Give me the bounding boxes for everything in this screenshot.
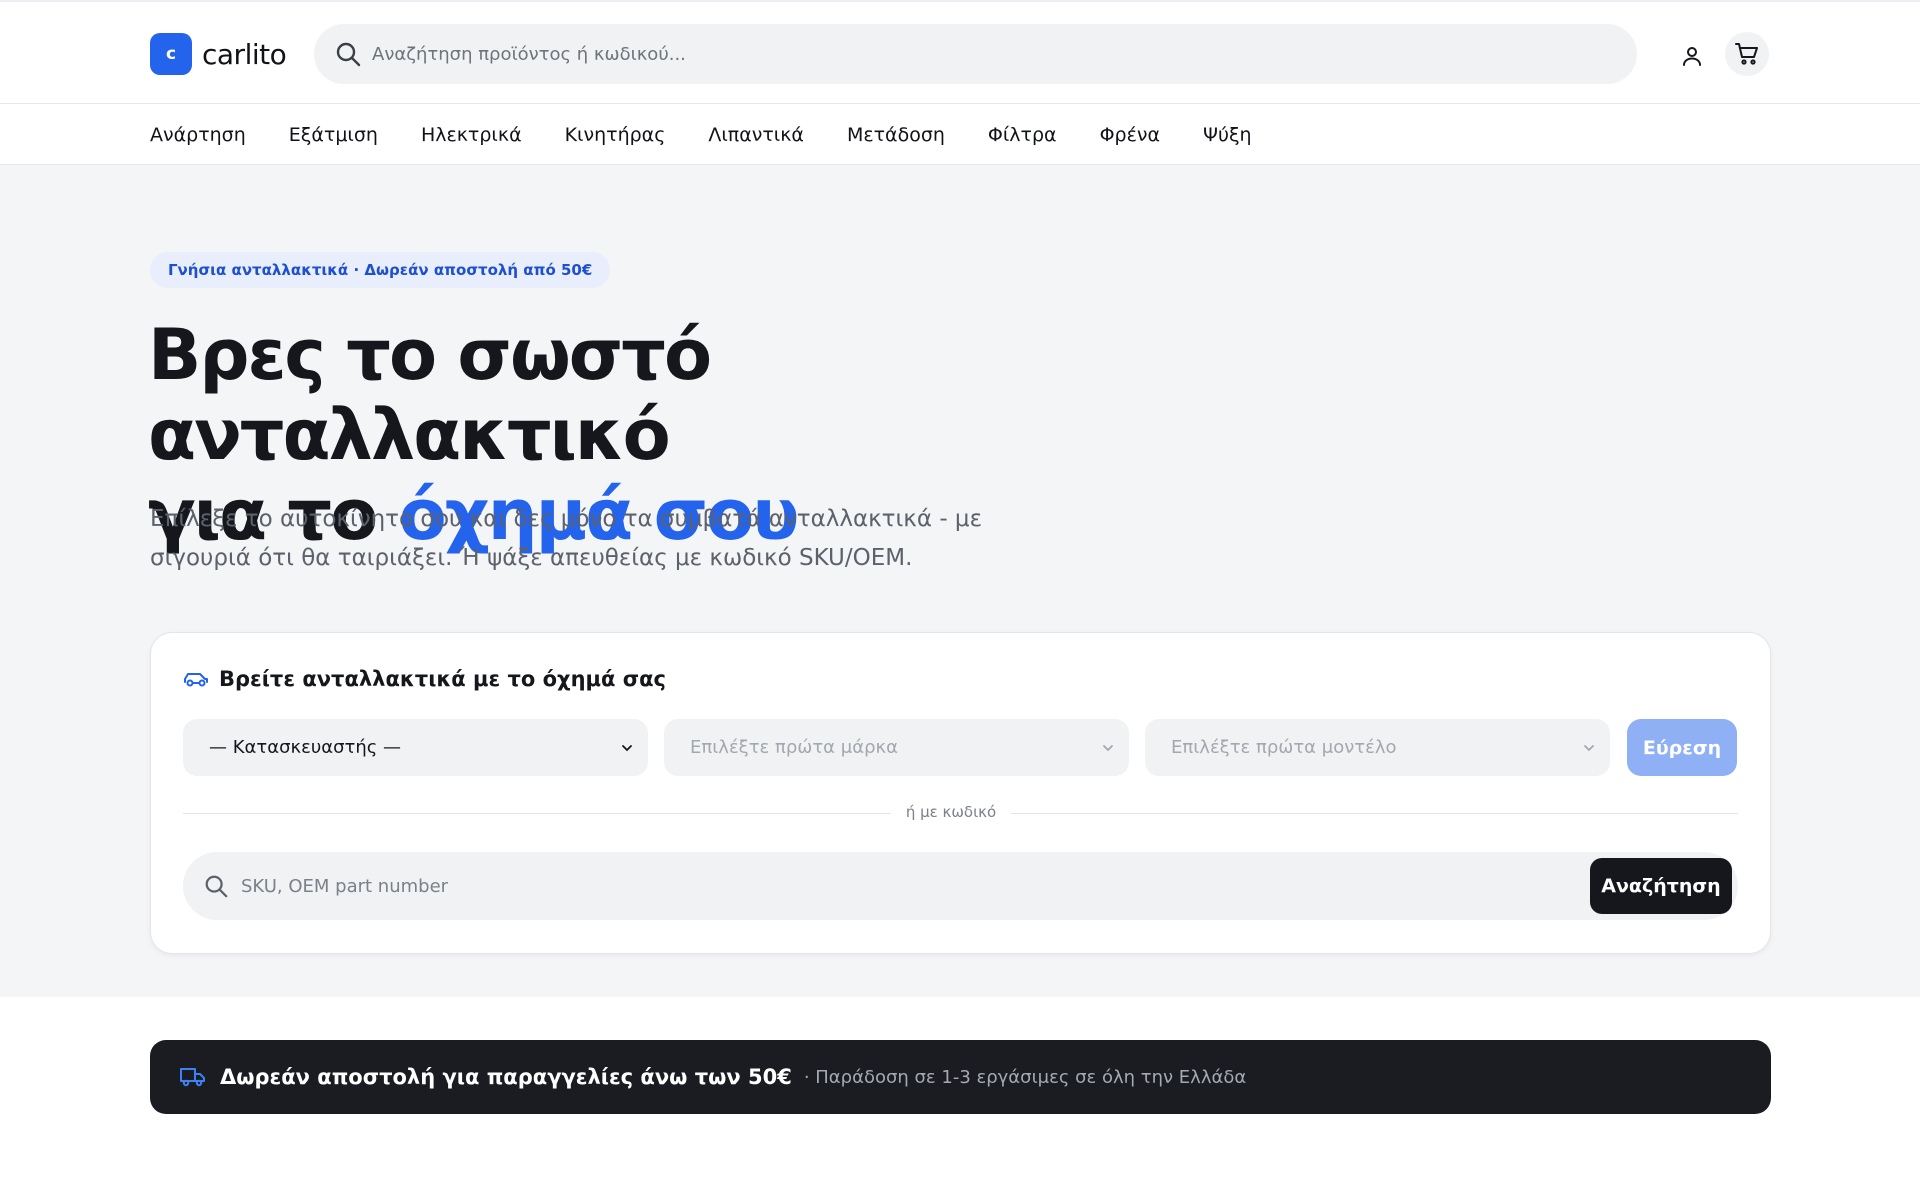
find-button[interactable]: Εύρεση bbox=[1627, 719, 1737, 776]
category-link-brakes[interactable]: Φρένα bbox=[1100, 124, 1160, 146]
logo[interactable]: c carlito bbox=[150, 33, 287, 75]
account-button[interactable] bbox=[1672, 36, 1712, 76]
search-icon bbox=[336, 42, 361, 67]
shipping-headline: Δωρεάν αποστολή για παραγγελίες άνω των … bbox=[220, 1065, 792, 1089]
cart-button[interactable] bbox=[1725, 32, 1769, 76]
category-link-electrical[interactable]: Ηλεκτρικά bbox=[421, 124, 522, 146]
model-select[interactable]: Επιλέξτε πρώτα μάρκα bbox=[664, 719, 1129, 776]
hero-section: Γνήσια ανταλλακτικά · Δωρεάν αποστολή απ… bbox=[0, 165, 1920, 997]
model-select-value: Επιλέξτε πρώτα μάρκα bbox=[690, 737, 898, 758]
search-icon bbox=[205, 875, 228, 898]
hero-subtext: Επίλεξε το αυτοκίνητο σου και δες μόνο τ… bbox=[150, 506, 982, 571]
finder-title: Βρείτε ανταλλακτικά με το όχημά σας bbox=[183, 667, 666, 691]
manufacturer-select-value: — Κατασκευαστής — bbox=[209, 737, 402, 758]
sku-search-button[interactable]: Αναζήτηση bbox=[1590, 858, 1732, 914]
hero-badge: Γνήσια ανταλλακτικά · Δωρεάν αποστολή απ… bbox=[150, 252, 611, 288]
category-link-engine[interactable]: Κινητήρας bbox=[565, 124, 666, 146]
header-search bbox=[314, 24, 1637, 84]
logo-mark: c bbox=[150, 33, 192, 75]
finder-title-text: Βρείτε ανταλλακτικά με το όχημά σας bbox=[219, 667, 666, 691]
engine-select[interactable]: Επιλέξτε πρώτα μοντέλο bbox=[1145, 719, 1610, 776]
user-icon bbox=[1683, 47, 1701, 66]
category-link-transmission[interactable]: Μετάδοση bbox=[847, 124, 945, 146]
chevron-down-icon bbox=[1584, 745, 1594, 752]
vehicle-finder-card: Βρείτε ανταλλακτικά με το όχημά σας — Κα… bbox=[150, 632, 1771, 954]
category-link-exhaust[interactable]: Εξάτμιση bbox=[289, 124, 378, 146]
site-header: c carlito bbox=[0, 0, 1920, 104]
headline-line-1: Βρες το σωστό ανταλλακτικό bbox=[148, 314, 712, 476]
engine-select-value: Επιλέξτε πρώτα μοντέλο bbox=[1171, 737, 1397, 758]
shipping-banner: Δωρεάν αποστολή για παραγγελίες άνω των … bbox=[150, 1040, 1771, 1114]
category-link-lubricants[interactable]: Λιπαντικά bbox=[708, 124, 804, 146]
cart-icon bbox=[1735, 43, 1758, 65]
manufacturer-select[interactable]: — Κατασκευαστής — bbox=[183, 719, 648, 776]
category-link-suspension[interactable]: Ανάρτηση bbox=[150, 124, 246, 146]
sku-search-bar: Αναζήτηση bbox=[183, 852, 1738, 920]
sku-search-input[interactable] bbox=[241, 852, 1541, 920]
divider-label: ή με κωδικό bbox=[891, 803, 1011, 821]
truck-icon bbox=[180, 1068, 205, 1087]
header-search-input[interactable] bbox=[372, 24, 1612, 84]
chevron-down-icon bbox=[622, 745, 632, 752]
chevron-down-icon bbox=[1103, 745, 1113, 752]
category-nav: Ανάρτηση Εξάτμιση Ηλεκτρικά Κινητήρας Λι… bbox=[0, 104, 1920, 165]
brand-name: carlito bbox=[202, 37, 287, 71]
shipping-detail: · Παράδοση σε 1-3 εργάσιμες σε όλη την Ε… bbox=[803, 1066, 1247, 1088]
category-link-cooling[interactable]: Ψύξη bbox=[1203, 124, 1252, 146]
category-link-filters[interactable]: Φίλτρα bbox=[988, 124, 1057, 146]
car-icon bbox=[184, 673, 208, 687]
